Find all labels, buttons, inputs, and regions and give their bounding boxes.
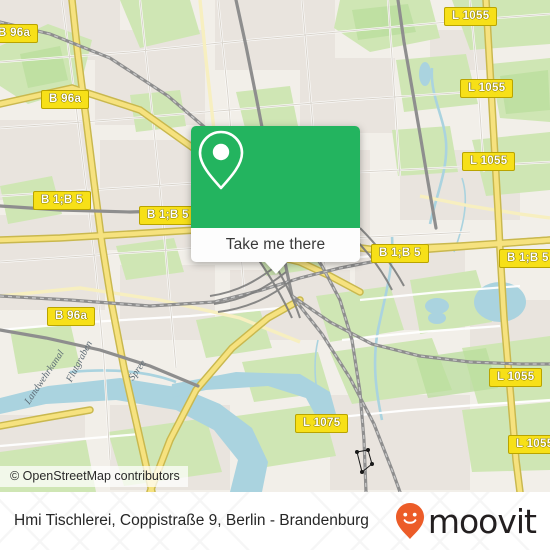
footer-bar: Hmi Tischlerei, Coppistraße 9, Berlin - … xyxy=(0,492,550,550)
road-shield: B 1;B 5 xyxy=(139,206,197,225)
moovit-brand[interactable]: moovit xyxy=(395,492,537,550)
road-shield: L 1055 xyxy=(462,152,516,171)
road-shield: B 96a xyxy=(47,307,96,326)
road-shield: B 96a xyxy=(0,24,39,43)
popup-icon-area xyxy=(191,126,360,228)
road-shield: L 1055 xyxy=(489,368,543,387)
road-shield: B 96a xyxy=(41,90,90,109)
road-shield: L 1055 xyxy=(460,79,514,98)
road-shield: B 1;B 5 xyxy=(499,249,550,268)
popup-tail xyxy=(264,262,287,274)
road-shield: B 1;B 5 xyxy=(33,191,91,210)
map-canvas[interactable]: B 96a B 96a B 1;B 5 B 1;B 5 B 96a L 1055 L 105… xyxy=(0,0,550,492)
location-popup-card[interactable]: Take me there xyxy=(191,126,360,274)
moovit-smiley-pin-icon xyxy=(395,503,424,539)
road-shield: B 1;B 5 xyxy=(371,244,429,263)
take-me-there-label: Take me there xyxy=(225,236,326,253)
map-pin-icon xyxy=(198,130,244,190)
moovit-map-screenshot: B 96a B 96a B 1;B 5 B 1;B 5 B 96a L 1055 L 105… xyxy=(0,0,550,550)
road-shield: L 1055 xyxy=(444,7,498,26)
road-shield: L 1075 xyxy=(295,414,349,433)
popup-action-area[interactable]: Take me there xyxy=(191,228,360,262)
osm-attribution[interactable]: © OpenStreetMap contributors xyxy=(0,466,188,487)
road-shield: L 1055 xyxy=(508,435,550,454)
place-title: Hmi Tischlerei, Coppistraße 9, Berlin - … xyxy=(14,512,369,529)
moovit-wordmark: moovit xyxy=(427,501,537,541)
